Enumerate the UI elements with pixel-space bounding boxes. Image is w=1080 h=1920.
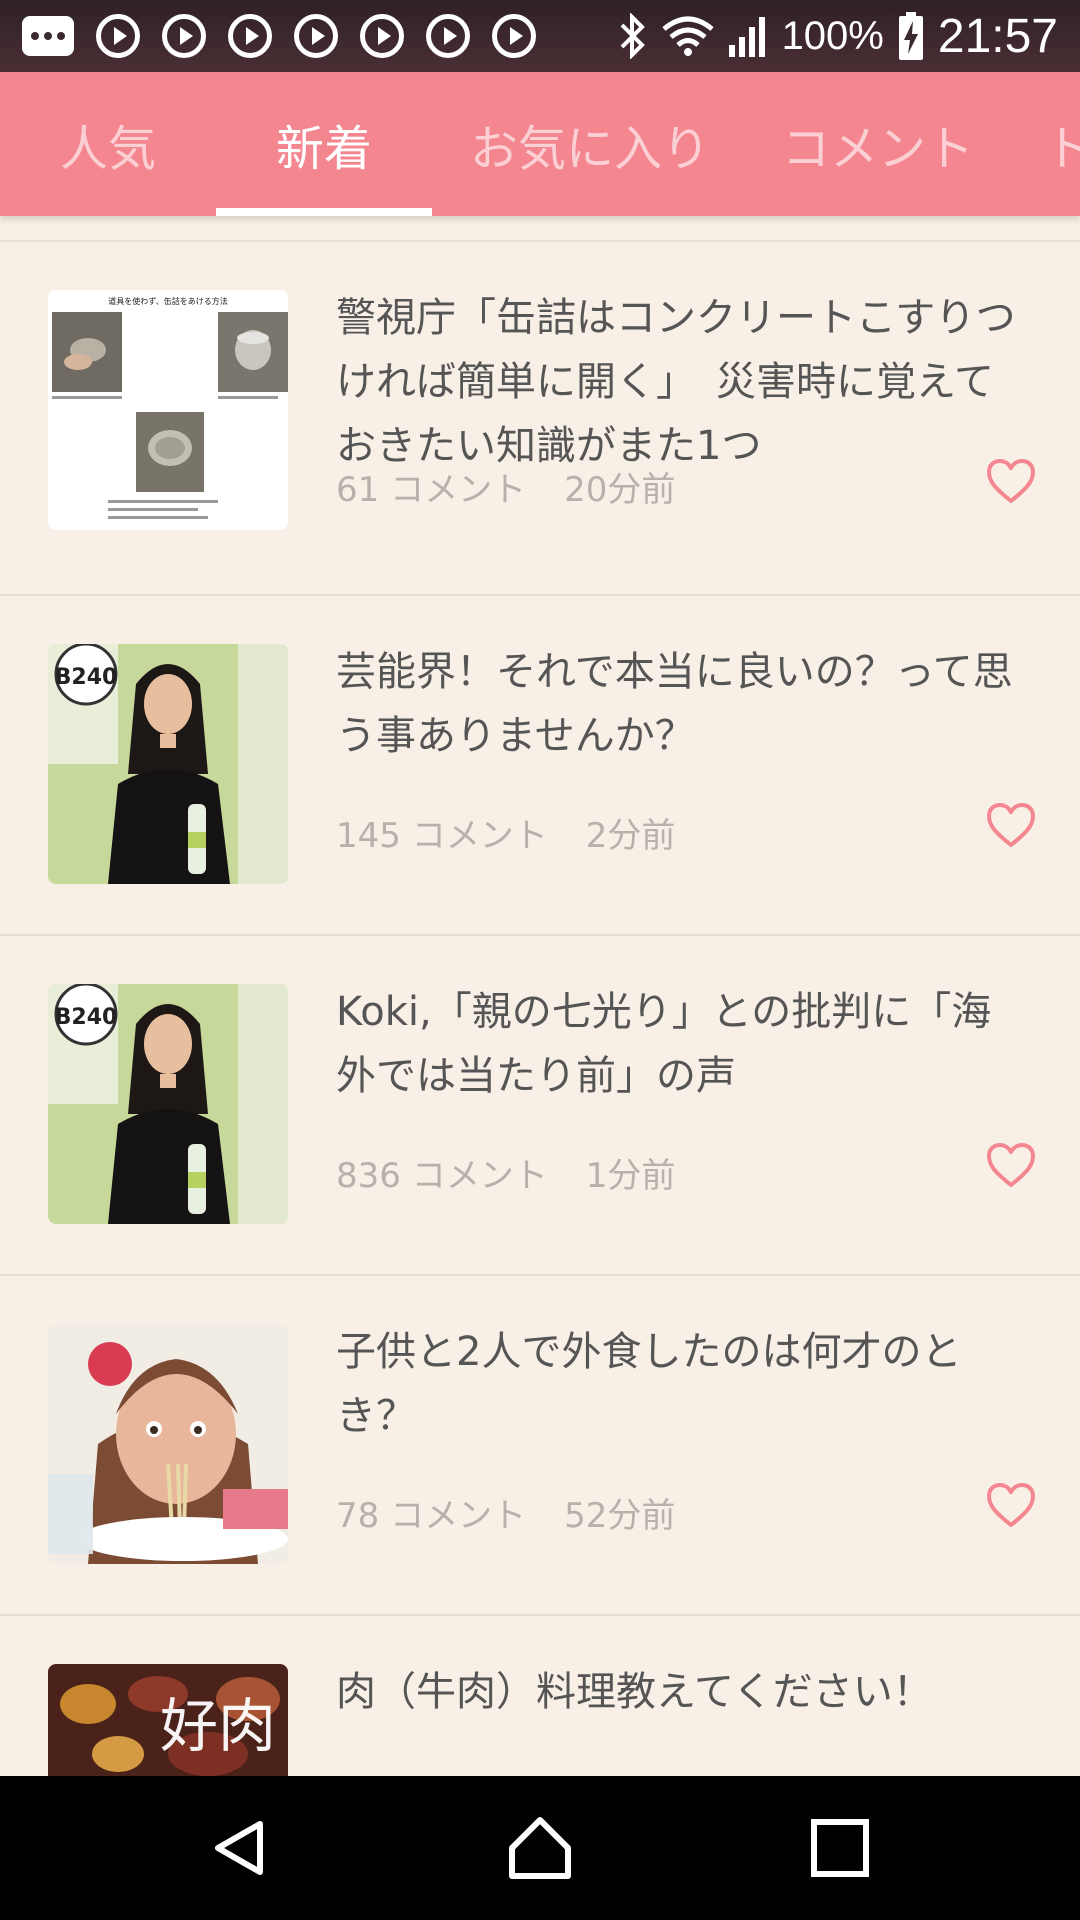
bluetooth-icon bbox=[620, 13, 645, 59]
tab-popular[interactable]: 人気 bbox=[60, 72, 156, 216]
post-time: 52分前 bbox=[564, 1496, 676, 1536]
notification-icons bbox=[22, 12, 536, 60]
article-thumbnail[interactable] bbox=[48, 1324, 288, 1564]
battery-charging-icon bbox=[898, 12, 923, 60]
recents-icon[interactable] bbox=[804, 1812, 876, 1884]
article-title[interactable]: 警視庁「缶詰はコンクリートこすりつければ簡単に開く」 災害時に覚えておきたい知識… bbox=[336, 286, 1016, 478]
post-time: 2分前 bbox=[585, 816, 676, 856]
heart-icon[interactable] bbox=[986, 1142, 1036, 1188]
list-item[interactable]: B240 Koki,「親の七光り」との批判に「海外では当たり前」の声 836 コ… bbox=[0, 936, 1080, 1276]
play-icon bbox=[162, 14, 206, 58]
system-navigation-bar bbox=[0, 1776, 1080, 1920]
article-title[interactable]: 芸能界！それで本当に良いの？って思う事ありませんか？ bbox=[336, 640, 1016, 768]
person-photo: B240 bbox=[48, 644, 288, 884]
person-photo: B240 bbox=[48, 984, 288, 1224]
tab-comments[interactable]: コメント bbox=[782, 72, 974, 216]
message-icon bbox=[22, 16, 74, 56]
article-thumbnail[interactable]: 好肉 bbox=[48, 1664, 288, 1776]
list-item[interactable]: 道具を使わず、缶詰をあける方法 警視庁「缶詰はコンクリートこすりつければ簡単に開… bbox=[0, 242, 1080, 596]
article-meta: 78 コメント 52分前 bbox=[336, 1488, 675, 1537]
child-eating-photo bbox=[48, 1324, 288, 1564]
thumb-caption: 道具を使わず、缶詰をあける方法 bbox=[108, 296, 227, 306]
status-bar: 100% 21:57 bbox=[0, 0, 1080, 72]
active-tab-indicator bbox=[216, 208, 432, 216]
heart-icon[interactable] bbox=[986, 1482, 1036, 1528]
play-icon bbox=[426, 14, 470, 58]
article-meta: 145 コメント 2分前 bbox=[336, 808, 675, 857]
back-icon[interactable] bbox=[204, 1812, 276, 1884]
post-time: 1分前 bbox=[585, 1156, 676, 1196]
article-thumbnail[interactable]: B240 bbox=[48, 984, 288, 1224]
article-meta: 836 コメント 1分前 bbox=[336, 1148, 675, 1197]
system-icons: 100% 21:57 bbox=[618, 9, 1058, 63]
heart-icon[interactable] bbox=[986, 802, 1036, 848]
article-thumbnail[interactable]: B240 bbox=[48, 644, 288, 884]
play-icon bbox=[96, 14, 140, 58]
battery-percent: 100% bbox=[781, 13, 884, 58]
canned-food-illustration: 道具を使わず、缶詰をあける方法 bbox=[48, 290, 288, 530]
heart-icon[interactable] bbox=[986, 458, 1036, 504]
play-icon bbox=[360, 14, 404, 58]
comment-count: 61 コメント bbox=[336, 470, 527, 510]
tab-next[interactable]: ト bbox=[1044, 72, 1080, 216]
article-thumbnail[interactable]: 道具を使わず、缶詰をあける方法 bbox=[48, 290, 288, 530]
play-icon bbox=[294, 14, 338, 58]
clock: 21:57 bbox=[937, 9, 1058, 63]
play-icon bbox=[492, 14, 536, 58]
article-meta: 61 コメント 20分前 bbox=[336, 462, 675, 511]
category-tab-bar: 人気 新着 お気に入り コメント ト bbox=[0, 72, 1080, 216]
post-time: 20分前 bbox=[564, 470, 676, 510]
article-title[interactable]: 肉（牛肉）料理教えてください！ bbox=[336, 1660, 1016, 1724]
comment-count: 78 コメント bbox=[336, 1496, 527, 1536]
thumb-text: 好肉 bbox=[160, 1692, 276, 1760]
comment-count: 145 コメント bbox=[336, 816, 548, 856]
play-icon bbox=[228, 14, 272, 58]
svg-text:B240: B240 bbox=[55, 665, 118, 690]
article-title[interactable]: Koki,「親の七光り」との批判に「海外では当たり前」の声 bbox=[336, 980, 1016, 1108]
home-icon[interactable] bbox=[504, 1812, 576, 1884]
signal-icon bbox=[728, 17, 765, 57]
tab-favorites[interactable]: お気に入り bbox=[470, 72, 710, 216]
comment-count: 836 コメント bbox=[336, 1156, 548, 1196]
article-title[interactable]: 子供と2人で外食したのは何才のとき？ bbox=[336, 1320, 1016, 1448]
list-item[interactable]: B240 芸能界！それで本当に良いの？って思う事ありませんか？ 145 コメント… bbox=[0, 596, 1080, 936]
svg-text:B240: B240 bbox=[55, 1005, 118, 1030]
tab-new[interactable]: 新着 bbox=[276, 72, 372, 216]
list-divider bbox=[0, 216, 1080, 242]
list-item[interactable]: 好肉 肉（牛肉）料理教えてください！ bbox=[0, 1616, 1080, 1776]
beef-dish-photo: 好肉 bbox=[48, 1664, 288, 1776]
article-list[interactable]: 道具を使わず、缶詰をあける方法 警視庁「缶詰はコンクリートこすりつければ簡単に開… bbox=[0, 216, 1080, 1776]
list-item[interactable]: 子供と2人で外食したのは何才のとき？ 78 コメント 52分前 bbox=[0, 1276, 1080, 1616]
wifi-icon bbox=[661, 16, 714, 56]
